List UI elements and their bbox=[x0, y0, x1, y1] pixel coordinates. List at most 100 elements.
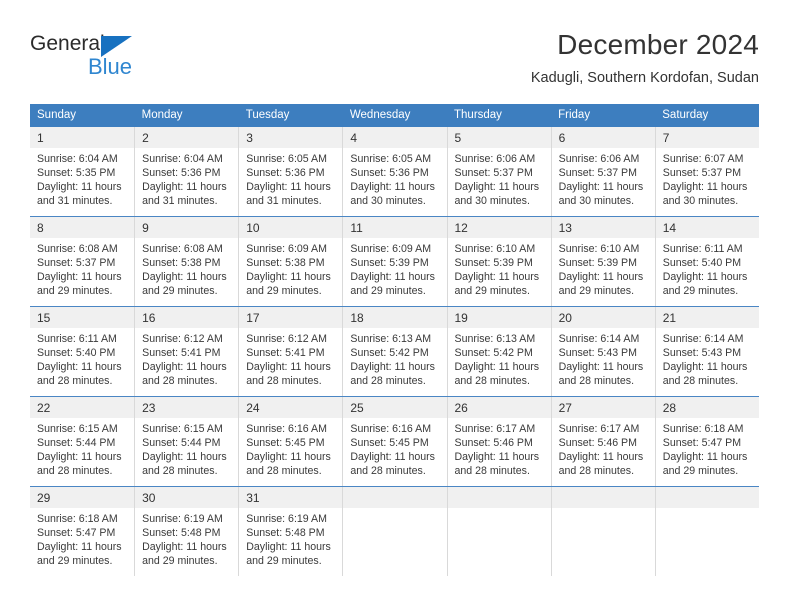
day-info: Sunrise: 6:08 AM Sunset: 5:37 PM Daylight:… bbox=[30, 238, 134, 298]
day-info: Sunrise: 6:12 AM Sunset: 5:41 PM Daylight:… bbox=[135, 328, 238, 388]
calendar-day-cell[interactable]: 7 Sunrise: 6:07 AM Sunset: 5:37 PM Daylight… bbox=[654, 127, 759, 216]
day-info: Sunrise: 6:05 AM Sunset: 5:36 PM Daylight:… bbox=[239, 148, 342, 208]
day-info bbox=[552, 508, 655, 512]
day-number bbox=[655, 487, 759, 508]
day-info: Sunrise: 6:11 AM Sunset: 5:40 PM Daylight:… bbox=[30, 328, 134, 388]
calendar-day-cell[interactable]: 12 Sunrise: 6:10 AM Sunset: 5:39 PM Dayligh… bbox=[446, 217, 551, 306]
calendar-day-cell[interactable]: 31 Sunrise: 6:19 AM Sunset: 5:48 PM Dayligh… bbox=[238, 487, 343, 576]
day-number: 19 bbox=[447, 307, 551, 328]
day-info: Sunrise: 6:19 AM Sunset: 5:48 PM Daylight:… bbox=[135, 508, 238, 568]
calendar-day-cell[interactable]: 5 Sunrise: 6:06 AM Sunset: 5:37 PM Daylight… bbox=[446, 127, 551, 216]
sunset-text: Sunset: 5:37 PM bbox=[454, 167, 533, 180]
day-number: 12 bbox=[447, 217, 551, 238]
sunset-text: Sunset: 5:42 PM bbox=[350, 347, 429, 360]
day-info: Sunrise: 6:07 AM Sunset: 5:37 PM Daylight:… bbox=[656, 148, 759, 208]
sunset-text: Sunset: 5:47 PM bbox=[37, 527, 116, 540]
sunrise-text: Sunrise: 6:17 AM bbox=[454, 423, 536, 435]
day-info bbox=[343, 508, 446, 512]
sunrise-text: Sunrise: 6:14 AM bbox=[558, 333, 640, 345]
calendar-day-cell[interactable]: 26 Sunrise: 6:17 AM Sunset: 5:46 PM Dayligh… bbox=[446, 397, 551, 486]
calendar-day-cell[interactable]: 20 Sunrise: 6:14 AM Sunset: 5:43 PM Dayligh… bbox=[550, 307, 655, 396]
logo-text-general: General bbox=[30, 32, 105, 55]
calendar-day-cell[interactable]: 1 Sunrise: 6:04 AM Sunset: 5:35 PM Daylight… bbox=[30, 127, 135, 216]
daylight-text-line2: and 31 minutes. bbox=[246, 195, 322, 208]
daylight-text-line2: and 28 minutes. bbox=[350, 465, 426, 478]
sunrise-text: Sunrise: 6:18 AM bbox=[37, 513, 118, 525]
day-number: 22 bbox=[30, 397, 135, 418]
calendar-day-cell[interactable]: 2 Sunrise: 6:04 AM Sunset: 5:36 PM Daylight… bbox=[134, 127, 239, 216]
day-info: Sunrise: 6:13 AM Sunset: 5:42 PM Daylight:… bbox=[343, 328, 446, 388]
sunset-text: Sunset: 5:45 PM bbox=[246, 437, 325, 450]
calendar-week-row: 22 Sunrise: 6:15 AM Sunset: 5:44 PM Dayligh… bbox=[30, 396, 759, 487]
sunrise-text: Sunrise: 6:04 AM bbox=[37, 153, 118, 165]
calendar-body: 1 Sunrise: 6:04 AM Sunset: 5:35 PM Daylight… bbox=[30, 127, 759, 576]
daylight-text-line2: and 28 minutes. bbox=[454, 375, 530, 388]
calendar-day-cell[interactable]: 22 Sunrise: 6:15 AM Sunset: 5:44 PM Dayligh… bbox=[30, 397, 135, 486]
day-info: Sunrise: 6:18 AM Sunset: 5:47 PM Daylight:… bbox=[30, 508, 134, 568]
calendar-day-cell[interactable]: 8 Sunrise: 6:08 AM Sunset: 5:37 PM Daylight… bbox=[30, 217, 135, 306]
calendar-day-cell[interactable]: 10 Sunrise: 6:09 AM Sunset: 5:38 PM Dayligh… bbox=[238, 217, 343, 306]
daylight-text-line1: Daylight: 11 hours bbox=[558, 451, 644, 464]
calendar-day-cell-empty bbox=[654, 487, 759, 576]
calendar-day-cell[interactable]: 4 Sunrise: 6:05 AM Sunset: 5:36 PM Daylight… bbox=[342, 127, 447, 216]
calendar-day-cell[interactable]: 27 Sunrise: 6:17 AM Sunset: 5:46 PM Dayligh… bbox=[550, 397, 655, 486]
day-number: 31 bbox=[239, 487, 343, 508]
sunrise-text: Sunrise: 6:09 AM bbox=[246, 243, 327, 255]
sunrise-text: Sunrise: 6:10 AM bbox=[454, 243, 536, 255]
calendar-day-cell[interactable]: 24 Sunrise: 6:16 AM Sunset: 5:45 PM Dayligh… bbox=[238, 397, 343, 486]
calendar-day-cell[interactable]: 9 Sunrise: 6:08 AM Sunset: 5:38 PM Daylight… bbox=[134, 217, 239, 306]
daylight-text-line2: and 29 minutes. bbox=[246, 285, 322, 298]
daylight-text-line2: and 28 minutes. bbox=[558, 375, 635, 388]
day-number: 7 bbox=[655, 127, 759, 148]
daylight-text-line1: Daylight: 11 hours bbox=[350, 271, 435, 284]
calendar-day-cell[interactable]: 18 Sunrise: 6:13 AM Sunset: 5:42 PM Dayligh… bbox=[342, 307, 447, 396]
calendar-day-cell[interactable]: 29 Sunrise: 6:18 AM Sunset: 5:47 PM Dayligh… bbox=[30, 487, 135, 576]
calendar-day-cell[interactable]: 15 Sunrise: 6:11 AM Sunset: 5:40 PM Dayligh… bbox=[30, 307, 135, 396]
sunrise-text: Sunrise: 6:09 AM bbox=[350, 243, 432, 255]
day-info: Sunrise: 6:15 AM Sunset: 5:44 PM Daylight:… bbox=[135, 418, 238, 478]
calendar-day-cell[interactable]: 23 Sunrise: 6:15 AM Sunset: 5:44 PM Dayligh… bbox=[134, 397, 239, 486]
daylight-text-line2: and 29 minutes. bbox=[37, 555, 113, 568]
sunset-text: Sunset: 5:48 PM bbox=[246, 527, 325, 540]
daylight-text-line1: Daylight: 11 hours bbox=[37, 181, 122, 194]
day-info: Sunrise: 6:15 AM Sunset: 5:44 PM Daylight:… bbox=[30, 418, 134, 478]
daylight-text-line2: and 29 minutes. bbox=[37, 285, 113, 298]
daylight-text-line1: Daylight: 11 hours bbox=[37, 451, 122, 464]
calendar-day-cell[interactable]: 11 Sunrise: 6:09 AM Sunset: 5:39 PM Dayligh… bbox=[342, 217, 447, 306]
calendar-day-cell[interactable]: 25 Sunrise: 6:16 AM Sunset: 5:45 PM Dayligh… bbox=[342, 397, 447, 486]
calendar-day-cell[interactable]: 14 Sunrise: 6:11 AM Sunset: 5:40 PM Dayligh… bbox=[654, 217, 759, 306]
sunrise-text: Sunrise: 6:10 AM bbox=[558, 243, 640, 255]
calendar-day-cell[interactable]: 16 Sunrise: 6:12 AM Sunset: 5:41 PM Dayligh… bbox=[134, 307, 239, 396]
sunrise-text: Sunrise: 6:18 AM bbox=[662, 423, 744, 435]
calendar-day-cell[interactable]: 19 Sunrise: 6:13 AM Sunset: 5:42 PM Dayligh… bbox=[446, 307, 551, 396]
day-number: 28 bbox=[655, 397, 759, 418]
calendar-day-cell[interactable]: 3 Sunrise: 6:05 AM Sunset: 5:36 PM Daylight… bbox=[238, 127, 343, 216]
day-info: Sunrise: 6:16 AM Sunset: 5:45 PM Daylight:… bbox=[239, 418, 342, 478]
calendar-day-cell[interactable]: 13 Sunrise: 6:10 AM Sunset: 5:39 PM Dayligh… bbox=[550, 217, 655, 306]
day-number: 27 bbox=[551, 397, 655, 418]
day-number: 8 bbox=[30, 217, 135, 238]
daylight-text-line1: Daylight: 11 hours bbox=[350, 181, 435, 194]
calendar-day-cell[interactable]: 30 Sunrise: 6:19 AM Sunset: 5:48 PM Dayligh… bbox=[134, 487, 239, 576]
general-blue-logo[interactable]: General Blue bbox=[30, 32, 160, 84]
sunset-text: Sunset: 5:36 PM bbox=[246, 167, 325, 180]
day-number: 30 bbox=[135, 487, 239, 508]
calendar-day-cell[interactable]: 6 Sunrise: 6:06 AM Sunset: 5:37 PM Daylight… bbox=[550, 127, 655, 216]
calendar-day-cell[interactable]: 28 Sunrise: 6:18 AM Sunset: 5:47 PM Dayligh… bbox=[654, 397, 759, 486]
day-info: Sunrise: 6:14 AM Sunset: 5:43 PM Daylight:… bbox=[552, 328, 655, 388]
calendar-day-cell[interactable]: 21 Sunrise: 6:14 AM Sunset: 5:43 PM Dayligh… bbox=[654, 307, 759, 396]
title-block: December 2024 Kadugli, Southern Kordofan… bbox=[531, 28, 759, 87]
day-number: 16 bbox=[135, 307, 239, 328]
daylight-text-line2: and 29 minutes. bbox=[454, 285, 530, 298]
day-info: Sunrise: 6:18 AM Sunset: 5:47 PM Daylight:… bbox=[656, 418, 759, 478]
sunset-text: Sunset: 5:40 PM bbox=[662, 257, 742, 270]
sunset-text: Sunset: 5:43 PM bbox=[662, 347, 742, 360]
sunset-text: Sunset: 5:47 PM bbox=[662, 437, 742, 450]
sunrise-text: Sunrise: 6:04 AM bbox=[142, 153, 223, 165]
calendar-header-row: Sunday Monday Tuesday Wednesday Thursday… bbox=[30, 104, 760, 127]
calendar-day-cell[interactable]: 17 Sunrise: 6:12 AM Sunset: 5:41 PM Dayligh… bbox=[238, 307, 343, 396]
day-number: 17 bbox=[239, 307, 343, 328]
calendar-day-cell-empty bbox=[342, 487, 447, 576]
sunrise-text: Sunrise: 6:12 AM bbox=[246, 333, 327, 345]
sunrise-sunset-calendar: Sunday Monday Tuesday Wednesday Thursday… bbox=[30, 104, 760, 576]
